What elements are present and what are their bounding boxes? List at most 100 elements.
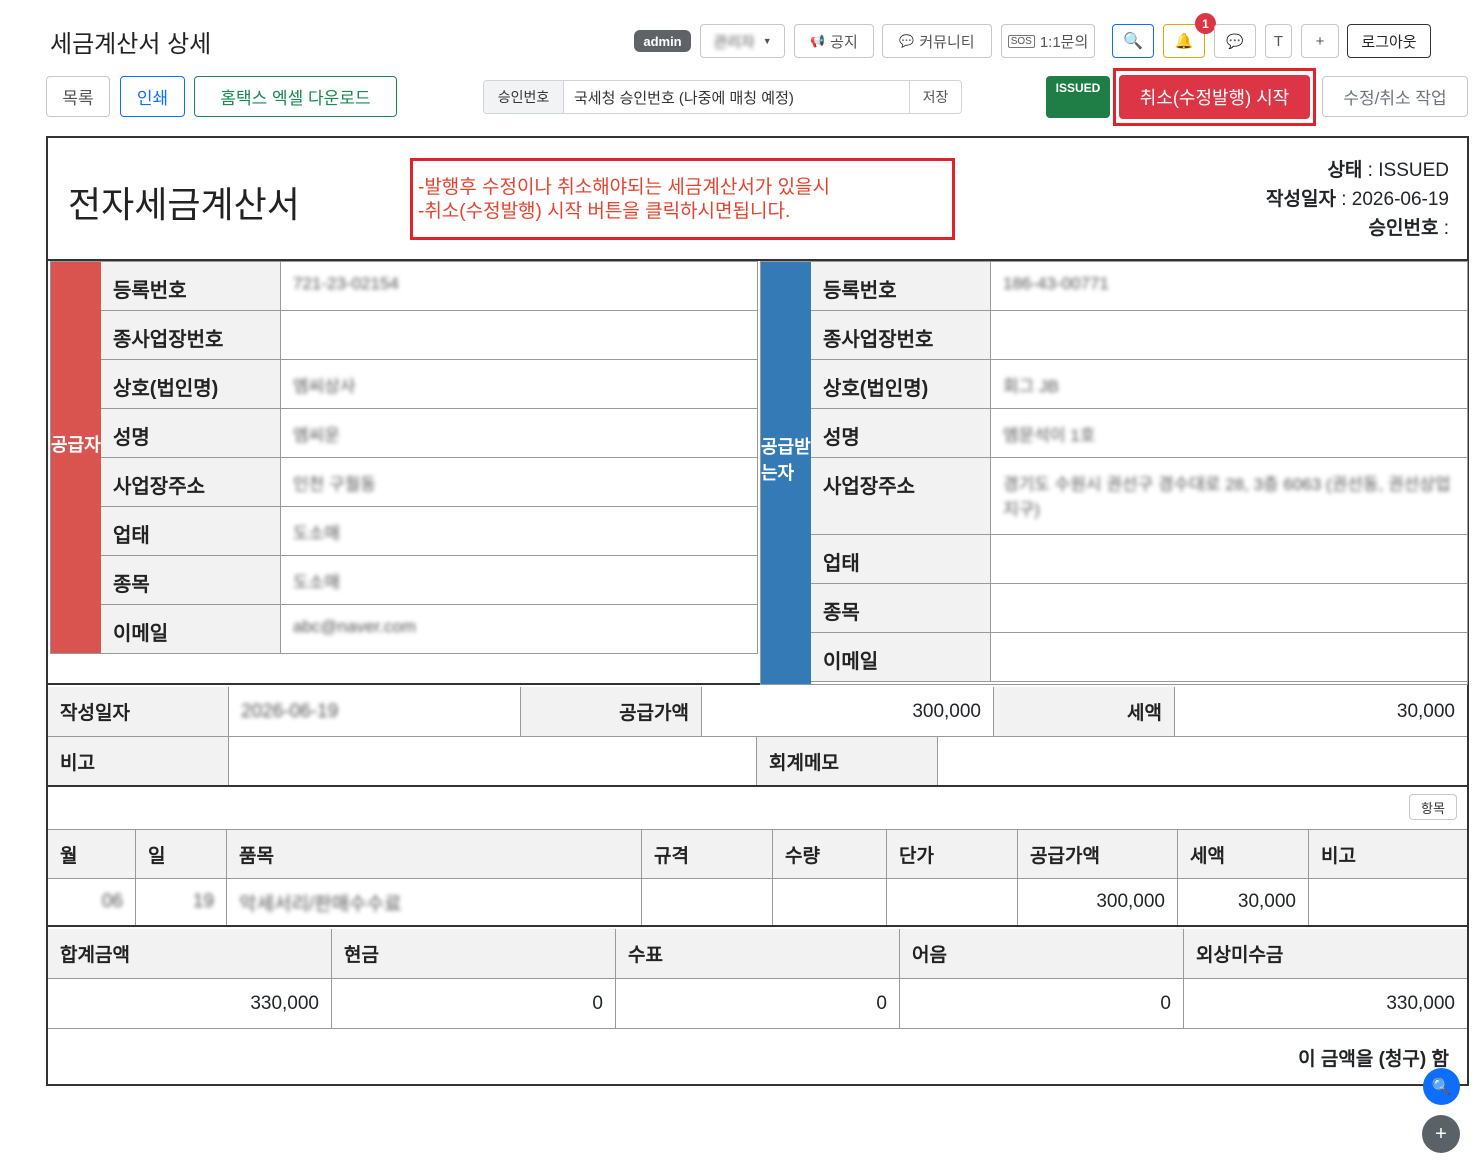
tax-invoice-document: 전자세금계산서 -발행후 수정이나 취소해야되는 세금계산서가 있을시 -취소(…: [46, 136, 1469, 1086]
inquiry-button[interactable]: SOS 1:1문의: [1001, 24, 1095, 58]
receiver-section: 공급받는자 등록번호 186-43-00771 종사업장번호 상호(법인명) 회그 JB…: [760, 261, 1468, 685]
item-value-month: 06: [101, 891, 123, 912]
plus-button[interactable]: +: [1301, 24, 1339, 58]
totals-header-cell: 수표: [616, 929, 900, 978]
receiver-field-value: [991, 535, 1467, 583]
item-value-tax: 30,000: [1237, 891, 1296, 912]
admin-badge: admin: [634, 30, 691, 52]
supplier-field-label: 종목: [101, 556, 281, 604]
table-row: 06 19 악세서리/판매수수료 300,000 30,000: [48, 879, 1467, 927]
summary-tax-label: 세액: [994, 687, 1175, 736]
item-cell-qty: [773, 879, 887, 925]
supplier-field-value: 721-23-02154: [281, 262, 757, 310]
receiver-row: 등록번호 186-43-00771: [811, 262, 1467, 311]
notice-label: 공지: [830, 33, 858, 51]
print-button[interactable]: 인쇄: [120, 76, 185, 117]
items-header-cell: 비고: [1309, 830, 1467, 878]
receiver-field-label: 등록번호: [811, 262, 991, 310]
summary-supply-value: 300,000: [702, 687, 994, 736]
notice-line: -발행후 수정이나 취소해야되는 세금계산서가 있을시: [418, 177, 831, 198]
user-dropdown[interactable]: 관리자 ▼: [700, 24, 785, 58]
status-label: 상태: [1327, 160, 1363, 181]
community-button[interactable]: 💬 커뮤니티: [882, 24, 992, 58]
receiver-field-label: 업태: [811, 535, 991, 583]
chat-button[interactable]: 💬: [1214, 24, 1256, 58]
chat-icon: 💬: [1226, 32, 1244, 49]
add-item-button[interactable]: 항목: [1409, 794, 1457, 820]
item-value-day: 19: [192, 891, 214, 912]
receiver-field-value: 엠문석이 1호: [991, 409, 1467, 457]
community-label: 커뮤니티: [919, 33, 975, 51]
receiver-field-label: 이메일: [811, 633, 991, 681]
list-button[interactable]: 목록: [46, 76, 110, 117]
supplier-field-text: 엠씨운: [293, 426, 340, 445]
caret-down-icon: ▼: [762, 36, 772, 46]
supplier-field-text: 인천 구월동: [293, 475, 376, 494]
floating-plus-button[interactable]: +: [1422, 1115, 1460, 1153]
floating-search-button[interactable]: 🔍: [1423, 1068, 1460, 1105]
memo-value[interactable]: [938, 737, 1467, 785]
totals-header-cell: 어음: [900, 929, 1184, 978]
save-button[interactable]: 저장: [909, 81, 961, 113]
cancel-reissue-start-button[interactable]: 취소(수정발행) 시작: [1119, 75, 1310, 119]
approval-number-input[interactable]: [564, 81, 909, 113]
supplier-field-value: [281, 311, 757, 359]
totals-value-row: 330,000 0 0 0 330,000: [48, 979, 1467, 1029]
document-title: 전자세금계산서: [68, 184, 300, 225]
totals-value-cell: 0: [900, 979, 1184, 1028]
supplier-row: 상호(법인명) 엠씨상사: [101, 360, 757, 409]
receiver-field-label: 성명: [811, 409, 991, 457]
receiver-field-label: 상호(법인명): [811, 360, 991, 408]
logout-button[interactable]: 로그아웃: [1347, 24, 1431, 58]
hometax-excel-download-button[interactable]: 홈택스 엑셀 다운로드: [194, 76, 397, 117]
supplier-field-text: 도소매: [293, 573, 340, 592]
supplier-field-label: 이메일: [101, 605, 281, 653]
item-cell-price: [887, 879, 1018, 925]
notice-button[interactable]: 📢 공지: [794, 24, 874, 58]
totals-value-cell: 0: [332, 979, 616, 1028]
supplier-row: 업태 도소매: [101, 507, 757, 556]
search-icon: 🔍: [1431, 1078, 1452, 1096]
supplier-row: 등록번호 721-23-02154: [101, 262, 757, 311]
speech-bubble-icon: 💬: [899, 34, 915, 48]
item-cell-remark: [1309, 879, 1467, 925]
items-header-cell: 일: [136, 830, 227, 878]
totals-value-cell: 0: [616, 979, 900, 1028]
receiver-field-value: [991, 584, 1467, 632]
edit-cancel-work-button[interactable]: 수정/취소 작업: [1322, 76, 1468, 117]
supplier-field-value: 도소매: [281, 556, 757, 604]
item-value-supply: 300,000: [1096, 891, 1165, 912]
instruction-notice: -발행후 수정이나 취소해야되는 세금계산서가 있을시 -취소(수정발행) 시작…: [410, 158, 955, 240]
supplier-field-label: 상호(법인명): [101, 360, 281, 408]
search-button[interactable]: 🔍: [1112, 24, 1154, 58]
date-label: 작성일자: [1266, 189, 1336, 210]
notification-count-badge: 1: [1195, 13, 1216, 34]
receiver-field-label: 종목: [811, 584, 991, 632]
summary-tax-value: 30,000: [1396, 700, 1455, 722]
receiver-row: 이메일: [811, 633, 1467, 682]
receiver-field-text: 엠문석이 1호: [1003, 426, 1096, 445]
item-cell-tax: 30,000: [1178, 879, 1309, 925]
supplier-field-text: abc@naver.com: [293, 617, 417, 636]
supplier-row: 이메일 abc@naver.com: [101, 605, 757, 654]
items-header-cell: 품목: [227, 830, 642, 878]
receiver-field-value: [991, 311, 1467, 359]
item-cell-supply: 300,000: [1018, 879, 1178, 925]
receiver-row: 종사업장번호: [811, 311, 1467, 360]
search-icon: 🔍: [1123, 33, 1143, 50]
remark-value[interactable]: [229, 737, 757, 785]
supplier-field-label: 종사업장번호: [101, 311, 281, 359]
status-badge: ISSUED: [1046, 76, 1110, 118]
supplier-side-label: 공급자: [51, 262, 101, 653]
supplier-row: 성명 엠씨운: [101, 409, 757, 458]
document-meta: 상태 : ISSUED 작성일자 : 2026-06-19 승인번호 :: [1266, 160, 1449, 239]
approval-number-group: 승인번호 저장: [483, 80, 962, 114]
remark-row: 비고 회계메모: [48, 737, 1467, 787]
supplier-section: 공급자 등록번호 721-23-02154 종사업장번호 상호(법인명) 엠씨상사 성명 엠…: [50, 261, 758, 654]
notice-line: -취소(수정발행) 시작 버튼을 클릭하시면됩니다.: [418, 201, 791, 222]
receiver-field-text: 186-43-00771: [1003, 274, 1109, 293]
summary-row: 작성일자 2026-06-19 공급가액 300,000 세액 30,000: [48, 687, 1467, 737]
receiver-field-text: 회그 JB: [1003, 377, 1059, 396]
items-header-cell: 수량: [773, 830, 887, 878]
t-button[interactable]: T: [1265, 24, 1292, 58]
